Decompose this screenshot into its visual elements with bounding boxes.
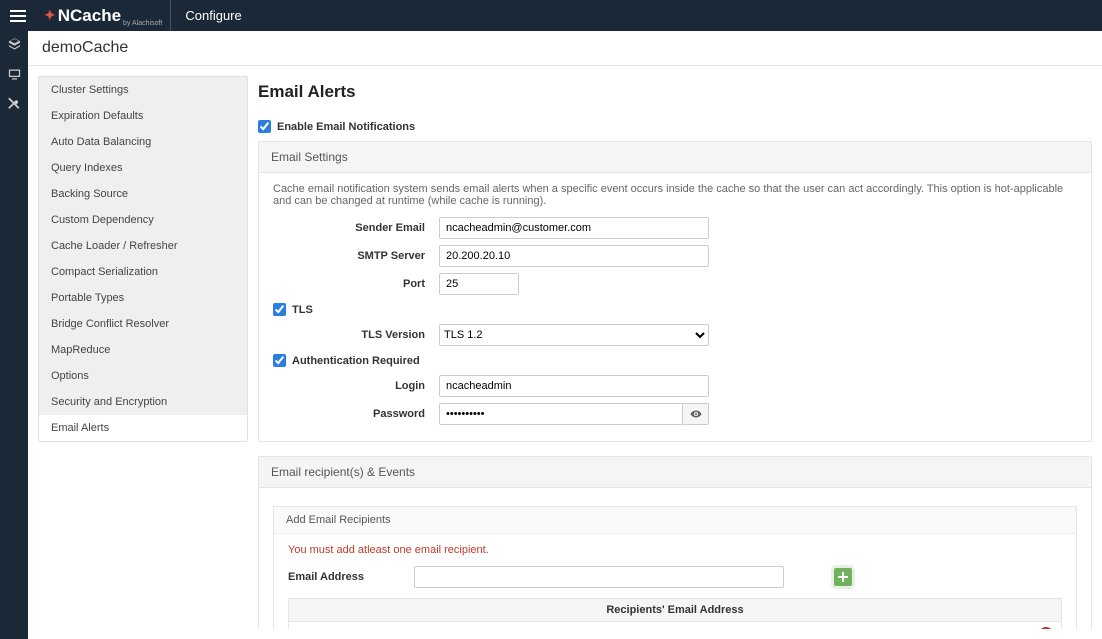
add-recipient-button[interactable] [834, 568, 852, 586]
recipient-row: ncache@customer.com [289, 622, 1061, 629]
sender-email-input[interactable] [439, 217, 709, 239]
email-settings-panel: Email Settings Cache email notification … [258, 141, 1092, 442]
port-input[interactable] [439, 273, 519, 295]
add-recipients-header: Add Email Recipients [274, 507, 1076, 534]
sidenav-item-query-indexes[interactable]: Query Indexes [39, 155, 247, 181]
sender-email-label: Sender Email [273, 222, 439, 234]
sidenav-item-email-alerts[interactable]: Email Alerts [39, 415, 247, 441]
sidenav-item-portable-types[interactable]: Portable Types [39, 285, 247, 311]
sidenav-item-compact-serialization[interactable]: Compact Serialization [39, 259, 247, 285]
auth-required-row: Authentication Required [273, 354, 1077, 367]
tls-checkbox[interactable] [273, 303, 286, 316]
iconbar-cluster-icon[interactable] [7, 37, 22, 55]
login-input[interactable] [439, 375, 709, 397]
sidenav-item-backing-source[interactable]: Backing Source [39, 181, 247, 207]
email-settings-header: Email Settings [259, 142, 1091, 173]
email-address-label: Email Address [288, 571, 364, 583]
auth-required-label: Authentication Required [292, 355, 420, 367]
logo: ✦NCache by Alachisoft [36, 0, 171, 31]
sidenav-item-cache-loader-refresher[interactable]: Cache Loader / Refresher [39, 233, 247, 259]
logo-icon: ✦ [44, 7, 56, 24]
password-input[interactable] [439, 403, 683, 425]
recipients-events-header: Email recipient(s) & Events [259, 457, 1091, 488]
hamburger-menu[interactable] [0, 15, 36, 17]
recipient-email: ncache@customer.com [297, 628, 1039, 629]
enable-notifications-label: Enable Email Notifications [277, 121, 415, 133]
login-label: Login [273, 380, 439, 392]
remove-recipient-button[interactable] [1039, 627, 1053, 629]
sidenav-item-options[interactable]: Options [39, 363, 247, 389]
recipients-table-header: Recipients' Email Address [289, 599, 1061, 622]
sidenav-item-custom-dependency[interactable]: Custom Dependency [39, 207, 247, 233]
enable-notifications-row: Enable Email Notifications [258, 120, 1092, 133]
sidenav: Cluster SettingsExpiration DefaultsAuto … [38, 76, 248, 442]
topbar-title: Configure [171, 8, 255, 23]
iconbar-tools-icon[interactable] [7, 97, 22, 115]
add-recipients-panel: Add Email Recipients You must add atleas… [273, 506, 1077, 629]
breadcrumb: demoCache [28, 31, 1102, 66]
enable-notifications-checkbox[interactable] [258, 120, 271, 133]
smtp-server-input[interactable] [439, 245, 709, 267]
sidenav-item-bridge-conflict-resolver[interactable]: Bridge Conflict Resolver [39, 311, 247, 337]
tls-label: TLS [292, 304, 313, 316]
recipients-events-panel: Email recipient(s) & Events Add Email Re… [258, 456, 1092, 629]
sidenav-item-auto-data-balancing[interactable]: Auto Data Balancing [39, 129, 247, 155]
iconbar-monitor-icon[interactable] [7, 67, 22, 85]
tls-row: TLS [273, 303, 1077, 316]
email-settings-description: Cache email notification system sends em… [273, 183, 1077, 207]
sidenav-item-mapreduce[interactable]: MapReduce [39, 337, 247, 363]
logo-subtext: by Alachisoft [123, 20, 162, 27]
eye-icon [690, 408, 702, 420]
sidenav-item-cluster-settings[interactable]: Cluster Settings [39, 77, 247, 103]
plus-icon [838, 572, 848, 582]
password-reveal-button[interactable] [683, 403, 709, 425]
tls-version-label: TLS Version [273, 329, 439, 341]
auth-required-checkbox[interactable] [273, 354, 286, 367]
sidenav-item-security-and-encryption[interactable]: Security and Encryption [39, 389, 247, 415]
tls-version-select[interactable]: TLS 1.2 [439, 324, 709, 346]
email-address-input[interactable] [414, 566, 784, 588]
iconbar [0, 31, 28, 639]
sidenav-item-expiration-defaults[interactable]: Expiration Defaults [39, 103, 247, 129]
page-title: Email Alerts [258, 76, 1092, 112]
port-label: Port [273, 278, 439, 290]
recipients-error: You must add atleast one email recipient… [288, 544, 1062, 556]
topbar: ✦NCache by Alachisoft Configure [0, 0, 1102, 31]
main-content: Email Alerts Enable Email Notifications … [258, 76, 1092, 629]
smtp-server-label: SMTP Server [273, 250, 439, 262]
logo-text: ✦NCache [44, 0, 121, 31]
recipients-table: Recipients' Email Address ncache@custome… [288, 598, 1062, 629]
password-label: Password [273, 408, 439, 420]
